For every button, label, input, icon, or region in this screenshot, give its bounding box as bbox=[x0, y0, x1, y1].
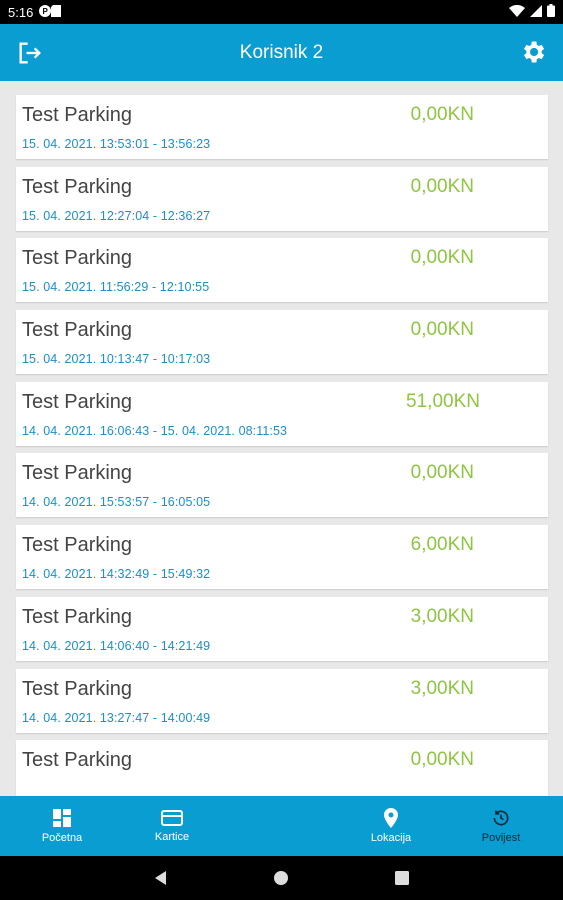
location-pin-icon bbox=[384, 808, 398, 828]
parking-name: Test Parking bbox=[22, 677, 133, 700]
parking-time-range: 14. 04. 2021. 14:32:49 - 15:49:32 bbox=[22, 567, 211, 582]
parking-time-range: 14. 04. 2021. 15:53:57 - 16:05:05 bbox=[22, 495, 211, 510]
back-triangle-icon bbox=[155, 871, 166, 885]
settings-button[interactable] bbox=[519, 38, 547, 66]
nav-history[interactable]: Povijest bbox=[451, 796, 551, 856]
parking-name: Test Parking bbox=[22, 462, 133, 485]
parking-time-range: 14. 04. 2021. 16:06:43 - 15. 04. 2021. 0… bbox=[22, 423, 288, 438]
logout-icon bbox=[19, 42, 41, 64]
parking-price: 0,00KN bbox=[410, 462, 474, 484]
parking-name: Test Parking bbox=[22, 605, 133, 628]
logout-button[interactable] bbox=[16, 39, 44, 67]
p-app-icon: P bbox=[39, 4, 52, 20]
sim-card-icon bbox=[51, 4, 62, 20]
parking-name: Test Parking bbox=[22, 319, 133, 342]
history-icon bbox=[493, 810, 509, 826]
history-item[interactable]: Test Parking 0,00KN 14. 04. 2021. 15:53:… bbox=[16, 453, 548, 518]
parking-time-range: 15. 04. 2021. 12:27:04 - 12:36:27 bbox=[22, 208, 211, 223]
nav-cards-label: Kartice bbox=[154, 831, 190, 843]
parking-time-range: 15. 04. 2021. 11:56:29 - 12:10:55 bbox=[22, 280, 210, 295]
parking-name: Test Parking bbox=[22, 390, 133, 413]
nav-cards[interactable]: Kartice bbox=[122, 796, 222, 856]
nav-home[interactable]: Početna bbox=[12, 796, 112, 856]
bottom-navigation: Početna Kartice Lokacija Povijest bbox=[0, 796, 563, 856]
dashboard-icon bbox=[53, 809, 71, 827]
parking-name: Test Parking bbox=[22, 175, 133, 198]
parking-name: Test Parking bbox=[22, 104, 133, 126]
history-item[interactable]: Test Parking 6,00KN 14. 04. 2021. 14:32:… bbox=[16, 525, 548, 590]
credit-card-icon bbox=[161, 810, 183, 826]
history-item[interactable]: Test Parking 51,00KN 14. 04. 2021. 16:06… bbox=[16, 381, 548, 446]
nav-location[interactable]: Lokacija bbox=[341, 796, 441, 856]
recents-square-icon bbox=[395, 871, 409, 885]
recents-button[interactable] bbox=[380, 856, 424, 900]
status-time: 5:16 bbox=[8, 4, 34, 20]
parking-time-range: 15. 04. 2021. 13:53:01 - 13:56:23 bbox=[22, 137, 211, 151]
parking-price: 3,00KN bbox=[410, 605, 474, 627]
home-circle-icon bbox=[274, 871, 288, 885]
home-button[interactable] bbox=[259, 856, 303, 900]
nav-home-label: Početna bbox=[41, 832, 83, 844]
svg-text:P: P bbox=[43, 7, 49, 16]
parking-history-list[interactable]: Test Parking 0,00KN 15. 04. 2021. 13:53:… bbox=[0, 81, 563, 796]
parking-time-range: 14. 04. 2021. 14:06:40 - 14:21:49 bbox=[22, 638, 211, 653]
history-item[interactable]: Test Parking 0,00KN 15. 04. 2021. 10:13:… bbox=[16, 310, 548, 375]
history-item[interactable]: Test Parking 0,00KN 15. 04. 2021. 12:27:… bbox=[16, 166, 548, 231]
battery-icon bbox=[547, 4, 555, 20]
gear-icon bbox=[524, 41, 545, 63]
parking-name: Test Parking bbox=[22, 534, 133, 557]
nav-location-label: Lokacija bbox=[370, 832, 412, 844]
wifi-icon bbox=[509, 4, 525, 20]
signal-icon bbox=[530, 4, 542, 20]
parking-price: 0,00KN bbox=[410, 247, 474, 269]
system-navigation-bar bbox=[0, 856, 563, 900]
parking-price: 0,00KN bbox=[410, 175, 474, 197]
history-item[interactable]: Test Parking 0,00KN 15. 04. 2021. 13:53:… bbox=[16, 95, 548, 159]
app-bar: Korisnik 2 bbox=[0, 24, 563, 81]
history-item[interactable]: Test Parking 3,00KN 14. 04. 2021. 14:06:… bbox=[16, 596, 548, 661]
parking-name: Test Parking bbox=[22, 749, 133, 772]
parking-time-range: 14. 04. 2021. 13:27:47 - 14:00:49 bbox=[22, 710, 211, 725]
parking-price: 0,00KN bbox=[410, 319, 474, 341]
back-button[interactable] bbox=[139, 856, 183, 900]
parking-price: 51,00KN bbox=[406, 390, 480, 412]
parking-time-range: 15. 04. 2021. 10:13:47 - 10:17:03 bbox=[22, 352, 211, 367]
history-item[interactable]: Test Parking 0,00KN 15. 04. 2021. 11:56:… bbox=[16, 238, 548, 303]
status-bar: 5:16 P bbox=[0, 0, 563, 24]
parking-name: Test Parking bbox=[22, 247, 133, 270]
nav-history-label: Povijest bbox=[481, 832, 521, 844]
parking-price: 3,00KN bbox=[410, 677, 474, 699]
history-item[interactable]: Test Parking 3,00KN 14. 04. 2021. 13:27:… bbox=[16, 668, 548, 733]
parking-price: 6,00KN bbox=[410, 534, 474, 556]
parking-price: 0,00KN bbox=[410, 749, 474, 771]
page-title: Korisnik 2 bbox=[239, 41, 324, 63]
history-item[interactable]: Test Parking 0,00KN bbox=[16, 740, 548, 796]
parking-price: 0,00KN bbox=[410, 104, 474, 125]
